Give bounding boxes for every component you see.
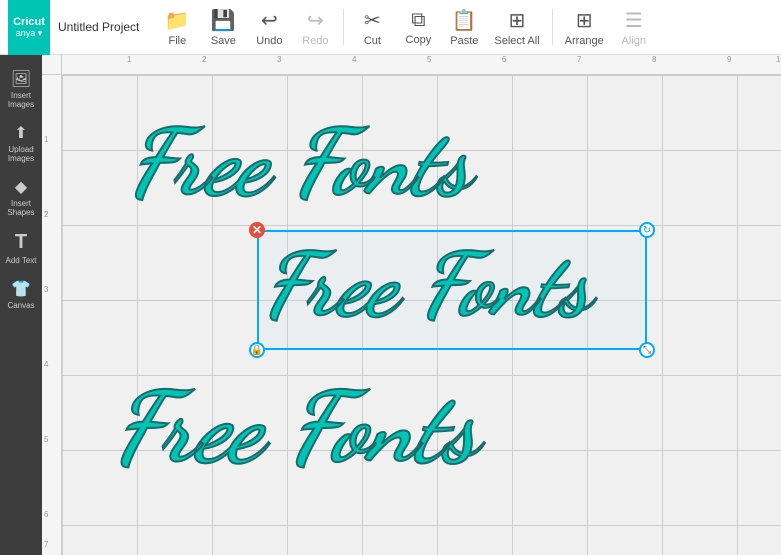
sidebar-label-canvas: Canvas <box>7 301 34 310</box>
file-label: File <box>169 35 187 47</box>
ruler-left: 1 2 3 4 5 6 7 <box>42 75 62 555</box>
cut-icon: ✂ <box>364 8 381 33</box>
topbar: Cricut anya ▾ Untitled Project 📁 File 💾 … <box>0 0 781 55</box>
text-element-2[interactable]: Free Fonts <box>262 232 590 338</box>
align-label: Align <box>622 35 646 47</box>
copy-label: Copy <box>406 34 432 46</box>
username: anya ▾ <box>16 28 43 39</box>
cricut-logo: Cricut <box>13 16 45 28</box>
save-label: Save <box>211 35 236 47</box>
select-all-label: Select All <box>494 35 539 47</box>
select-all-button[interactable]: ⊞ Select All <box>488 2 545 52</box>
redo-icon: ↪ <box>307 8 324 33</box>
arrange-button[interactable]: ⊞ Arrange <box>559 2 610 52</box>
save-icon: 💾 <box>211 8 236 33</box>
select-all-icon: ⊞ <box>509 8 526 33</box>
project-title: Untitled Project <box>58 20 139 34</box>
cut-label: Cut <box>364 35 381 47</box>
undo-label: Undo <box>256 35 282 47</box>
text-element-3[interactable]: Free Fonts <box>112 370 477 487</box>
sidebar-label-upload-images: UploadImages <box>8 145 34 163</box>
sidebar-item-canvas[interactable]: 👕 Canvas <box>1 273 41 316</box>
separator2 <box>552 9 553 45</box>
main-canvas[interactable]: Free Fonts ✕ ↻ 🔒 ⤡ Free Fonts Free Fonts <box>62 75 781 555</box>
file-icon: 📁 <box>165 8 190 33</box>
sidebar-label-insert-shapes: InsertShapes <box>7 199 34 217</box>
copy-button[interactable]: ⧉ Copy <box>396 2 440 52</box>
align-icon: ☰ <box>625 8 643 33</box>
undo-button[interactable]: ↩ Undo <box>247 2 291 52</box>
canvas-icon: 👕 <box>11 279 31 299</box>
insert-shapes-icon: ◆ <box>15 177 27 197</box>
cut-button[interactable]: ✂ Cut <box>350 2 394 52</box>
sidebar-label-insert-images: InsertImages <box>8 91 34 109</box>
ruler-corner <box>42 55 62 75</box>
sidebar-label-add-text: Add Text <box>6 256 37 265</box>
add-text-icon: T <box>15 231 27 254</box>
sidebar-item-insert-shapes[interactable]: ◆ InsertShapes <box>1 171 41 223</box>
paste-label: Paste <box>450 35 478 47</box>
redo-button[interactable]: ↪ Redo <box>293 2 337 52</box>
logo-area: Cricut anya ▾ <box>8 0 50 55</box>
ruler-top: 1 2 3 4 5 6 7 8 9 10 <box>62 55 781 75</box>
insert-images-icon: 🖼 <box>11 69 31 89</box>
upload-images-icon: ⬆ <box>14 123 27 143</box>
align-button[interactable]: ☰ Align <box>612 2 656 52</box>
sidebar-item-upload-images[interactable]: ⬆ UploadImages <box>1 117 41 169</box>
separator <box>343 9 344 45</box>
file-button[interactable]: 📁 File <box>155 2 199 52</box>
toolbar: 📁 File 💾 Save ↩ Undo ↪ Redo ✂ Cut ⧉ Copy <box>155 2 773 52</box>
paste-button[interactable]: 📋 Paste <box>442 2 486 52</box>
canvas-area[interactable]: 1 2 3 4 5 6 7 8 9 10 1 2 3 4 5 6 7 Free … <box>42 55 781 555</box>
sidebar: 🖼 InsertImages ⬆ UploadImages ◆ InsertSh… <box>0 55 42 555</box>
arrange-icon: ⊞ <box>576 8 593 33</box>
copy-icon: ⧉ <box>411 9 425 32</box>
text-element-1[interactable]: Free Fonts <box>127 107 470 218</box>
arrange-label: Arrange <box>565 35 604 47</box>
sidebar-item-insert-images[interactable]: 🖼 InsertImages <box>1 63 41 115</box>
redo-label: Redo <box>302 35 328 47</box>
sidebar-item-add-text[interactable]: T Add Text <box>1 225 41 271</box>
undo-icon: ↩ <box>261 8 278 33</box>
paste-icon: 📋 <box>452 8 477 33</box>
save-button[interactable]: 💾 Save <box>201 2 245 52</box>
